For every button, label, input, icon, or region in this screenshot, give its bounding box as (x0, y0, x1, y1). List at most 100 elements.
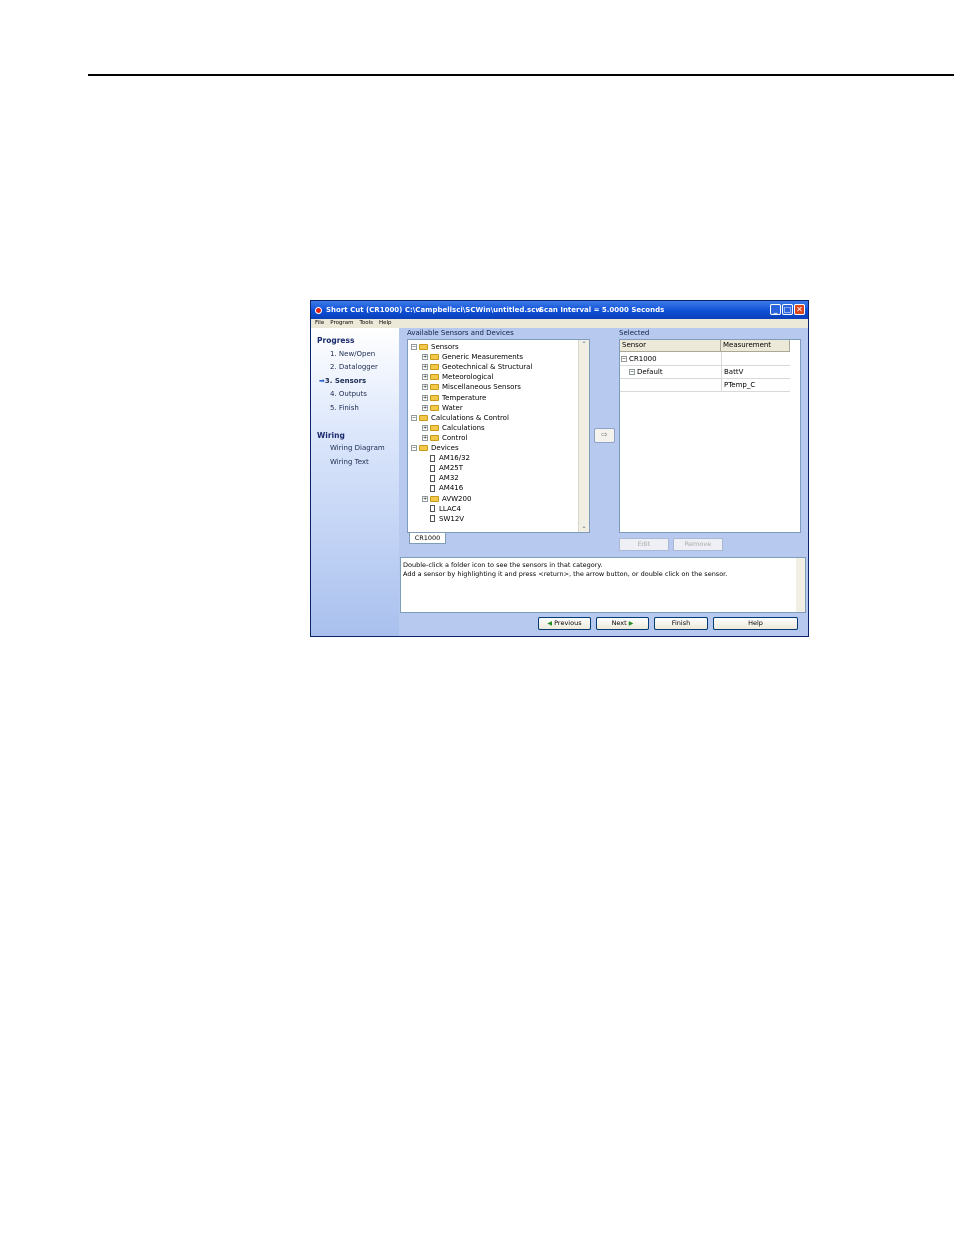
progress-heading: Progress (317, 336, 355, 345)
expand-icon[interactable]: + (422, 364, 428, 371)
expand-icon[interactable]: + (422, 374, 428, 381)
collapse-icon[interactable]: − (411, 344, 417, 350)
next-button[interactable]: Next ▶ (596, 617, 649, 630)
previous-button[interactable]: ◀ Previous (538, 617, 591, 630)
expand-icon[interactable]: + (422, 495, 428, 502)
next-label: Next (611, 619, 627, 627)
expand-icon[interactable]: + (422, 354, 428, 361)
add-sensor-arrow-button[interactable]: ⇨ (594, 428, 615, 443)
tree-node-label: Control (442, 433, 468, 442)
tree-node[interactable]: LLAC4 (422, 505, 461, 513)
page-header-rule (88, 74, 954, 76)
wiring-diagram-link[interactable]: Wiring Diagram (330, 444, 385, 452)
right-triangle-icon: ▶ (628, 620, 634, 627)
step-sensors-label: 3. Sensors (324, 377, 367, 385)
tree-node[interactable]: SW12V (422, 515, 464, 523)
folder-icon (419, 414, 428, 421)
tree-node[interactable]: + Temperature (422, 394, 486, 402)
expand-icon[interactable]: + (422, 424, 428, 431)
folder-icon (430, 434, 439, 441)
menu-help[interactable]: Help (379, 319, 392, 328)
tree-node[interactable]: AM25T (422, 464, 463, 472)
selected-grid: Sensor Measurement − CR1000 − Default Batt… (619, 339, 801, 533)
tree-node-label: AM25T (439, 464, 464, 473)
tree-node-label: Temperature (442, 393, 487, 402)
tree-node[interactable]: + Miscellaneous Sensors (422, 383, 521, 391)
scroll-up-icon[interactable]: ⌃ (580, 341, 588, 349)
tree-node[interactable]: + Water (422, 404, 463, 412)
tree-node-label: LLAC4 (439, 504, 461, 513)
tree-node[interactable]: − Devices (411, 444, 459, 452)
collapse-icon[interactable]: − (621, 356, 627, 362)
step-outputs[interactable]: 4. Outputs (330, 390, 367, 398)
tree-node[interactable]: + AVW200 (422, 495, 471, 503)
available-label: Available Sensors and Devices (407, 329, 514, 337)
collapse-icon[interactable]: − (411, 414, 417, 421)
previous-label: Previous (554, 619, 582, 627)
collapse-icon[interactable]: − (411, 445, 417, 451)
scroll-down-icon[interactable]: ⌄ (580, 523, 588, 531)
tree-scrollbar[interactable]: ⌃ ⌄ (578, 340, 589, 532)
menu-program[interactable]: Program (330, 319, 353, 328)
menu-file[interactable]: File (315, 319, 324, 328)
expand-icon[interactable]: + (422, 404, 428, 411)
folder-icon (430, 354, 439, 361)
measurement-cell[interactable]: PTemp_C (724, 381, 755, 389)
expand-icon[interactable]: + (422, 394, 428, 401)
tree-node[interactable]: − Calculations & Control (411, 414, 509, 422)
progress-sidebar: Progress 1. New/Open 2. Datalogger ➡3. S… (311, 328, 399, 636)
step-new-open[interactable]: 1. New/Open (330, 350, 375, 358)
tree-node[interactable]: + Generic Measurements (422, 353, 523, 361)
tree-node[interactable]: + Geotechnical & Structural (422, 363, 532, 371)
measurement-cell[interactable]: BattV (724, 368, 743, 376)
minimize-icon[interactable]: _ (770, 304, 781, 315)
edit-button[interactable]: Edit (619, 538, 669, 551)
help-scrollbar[interactable] (796, 558, 805, 612)
step-sensors[interactable]: ➡3. Sensors (319, 377, 366, 385)
wiring-text-link[interactable]: Wiring Text (330, 458, 369, 466)
folder-icon (430, 364, 439, 371)
close-icon[interactable]: ✕ (794, 304, 805, 315)
tree-node[interactable]: − Sensors (411, 343, 459, 351)
grid-divider (721, 352, 722, 391)
tree-node[interactable]: AM16/32 (422, 454, 470, 462)
tree-node[interactable]: + Meteorological (422, 373, 493, 381)
remove-button[interactable]: Remove (673, 538, 723, 551)
document-icon (430, 484, 435, 492)
window-title: Short Cut (CR1000) C:\Campbellsci\SCWin\… (326, 306, 542, 314)
tree-node-label: AM16/32 (439, 454, 471, 463)
table-row[interactable]: − Default (629, 368, 663, 376)
help-button[interactable]: Help (713, 617, 798, 630)
folder-icon (430, 424, 439, 431)
finish-button[interactable]: Finish (654, 617, 708, 630)
step-datalogger[interactable]: 2. Datalogger (330, 363, 378, 371)
collapse-icon[interactable]: − (629, 369, 635, 375)
tree-node-label: AVW200 (442, 494, 472, 503)
tree-node[interactable]: + Control (422, 434, 467, 442)
tree-node[interactable]: + Calculations (422, 424, 485, 432)
tree-node-label: AM416 (439, 484, 464, 493)
column-header-sensor[interactable]: Sensor (620, 340, 721, 352)
grid-line (620, 378, 790, 379)
tree-node[interactable]: AM416 (422, 484, 463, 492)
expand-icon[interactable]: + (422, 434, 428, 441)
column-header-measurement[interactable]: Measurement (721, 340, 790, 352)
datalogger-tab[interactable]: CR1000 (409, 533, 446, 544)
folder-icon (430, 495, 439, 502)
help-line: Add a sensor by highlighting it and pres… (403, 570, 728, 578)
maximize-icon[interactable]: □ (782, 304, 793, 315)
step-finish[interactable]: 5. Finish (330, 404, 359, 412)
menu-tools[interactable]: Tools (359, 319, 373, 328)
tree-node-label: Sensors (431, 343, 459, 351)
app-icon (315, 306, 322, 314)
expand-icon[interactable]: + (422, 384, 428, 391)
sensor-cell: CR1000 (629, 355, 657, 363)
document-icon (430, 474, 435, 482)
wiring-heading: Wiring (317, 431, 345, 440)
table-row[interactable]: − CR1000 (621, 355, 657, 363)
sensor-tree[interactable]: SW12V LLAC4 + AVW200 AM416 AM32 AM25T AM16/32 − D… (407, 339, 590, 533)
document-icon (430, 454, 435, 462)
folder-icon (430, 374, 439, 381)
tree-node[interactable]: AM32 (422, 474, 459, 482)
folder-icon (430, 394, 439, 401)
